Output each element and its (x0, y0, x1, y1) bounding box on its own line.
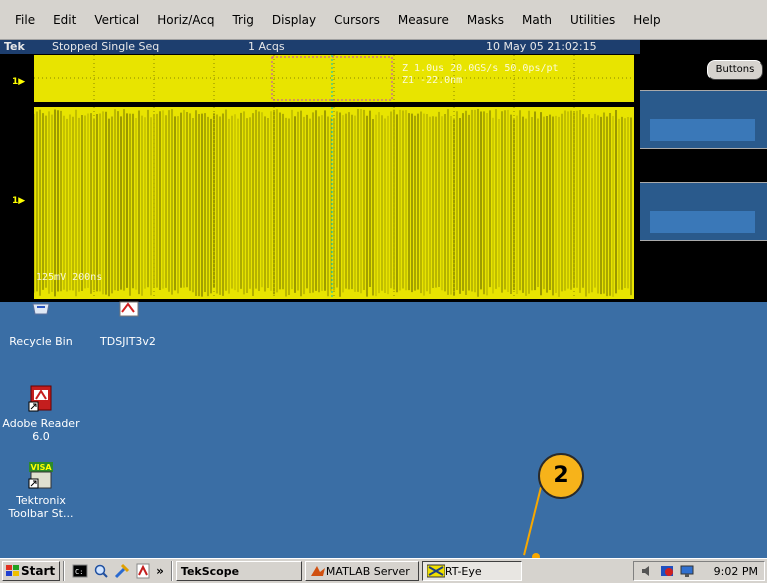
menu-utilities[interactable]: Utilities (561, 0, 624, 40)
menu-help[interactable]: Help (624, 0, 669, 40)
acquisition-state: Stopped Single Seq (52, 40, 160, 53)
tektronix-toolbar-shortcut[interactable]: VISA Tektronix Toolbar St... (0, 459, 82, 520)
taskbar-clock[interactable]: 9:02 PM (714, 565, 758, 578)
desktop-icon-label: Tektronix Toolbar St... (8, 494, 74, 520)
desktop-icon-label: TDSJIT3v2 (100, 335, 156, 348)
menu-measure[interactable]: Measure (389, 0, 458, 40)
command-prompt-icon[interactable]: C: (72, 563, 88, 579)
taskbar-separator (63, 561, 66, 581)
start-label: Start (21, 564, 56, 578)
menu-cursors[interactable]: Cursors (325, 0, 389, 40)
tdsjit-shortcut[interactable]: TDSJIT3v2 (87, 300, 169, 348)
callout-number-badge: 2 (538, 453, 584, 499)
recycle-bin-icon (32, 303, 50, 315)
adobe-document-icon (119, 301, 139, 317)
menu-vertical[interactable]: Vertical (85, 0, 148, 40)
network-alert-icon[interactable] (660, 564, 674, 578)
side-readout-field (650, 211, 755, 233)
menu-horiz-acq[interactable]: Horiz/Acq (148, 0, 223, 40)
taskbar-button-rt-eye[interactable]: RT-Eye (421, 561, 522, 581)
desktop-icon-label: Recycle Bin (9, 335, 73, 348)
buttons-toggle-button[interactable]: Buttons (707, 60, 763, 80)
svg-text:VISA: VISA (30, 463, 52, 472)
zoom-readout-line-2: Z1 -22.0nm (402, 75, 463, 86)
acquisition-count: 1 Acqs (248, 40, 285, 53)
display-settings-icon[interactable] (680, 564, 694, 578)
menu-bar: File Edit Vertical Horiz/Acq Trig Displa… (0, 0, 767, 40)
adobe-reader-shortcut[interactable]: Adobe Reader 6.0 (0, 382, 82, 443)
status-line: Tek Stopped Single Seq 1 Acqs 10 May 05 … (0, 40, 640, 54)
right-control-panel: Buttons (640, 54, 767, 302)
menu-trig[interactable]: Trig (223, 0, 262, 40)
system-tray: 9:02 PM (632, 561, 765, 581)
scale-readout: 125mV 200ns (36, 272, 103, 283)
channel-marker-label: 1 (12, 77, 19, 87)
date-time: 10 May 05 21:02:15 (486, 40, 597, 53)
taskbar-separator (170, 561, 173, 581)
menu-display[interactable]: Display (263, 0, 325, 40)
taskbar-button-tekscope[interactable]: TekScope (175, 561, 302, 581)
channel-marker-label: 1 (12, 196, 19, 206)
side-readout-field (650, 119, 755, 141)
side-readout-box-1[interactable] (640, 90, 767, 149)
tools-icon[interactable] (114, 563, 130, 579)
quick-launch: C: » (68, 563, 168, 579)
menu-edit[interactable]: Edit (44, 0, 85, 40)
start-button[interactable]: Start (2, 561, 61, 581)
channel-1-marker-zoom[interactable]: 1▶ (12, 77, 32, 87)
windows-logo-icon (6, 565, 19, 576)
rt-eye-icon (426, 564, 445, 578)
volume-icon[interactable] (640, 564, 654, 578)
menu-file[interactable]: File (6, 0, 44, 40)
main-waveform (34, 107, 632, 299)
callout-leader-line (523, 487, 542, 556)
zoom-readout: Z 1.0us 20.0GS/s 50.0ps/pt Z1 -22.0nm (402, 63, 559, 87)
channel-1-marker-main[interactable]: 1▶ (12, 196, 32, 206)
recycle-bin-shortcut[interactable]: Recycle Bin (0, 300, 82, 348)
matlab-icon (310, 566, 325, 576)
side-readout-box-2[interactable] (640, 182, 767, 241)
zoom-readout-line-1: Z 1.0us 20.0GS/s 50.0ps/pt (402, 63, 559, 74)
main-waveform-window[interactable] (34, 107, 634, 299)
adobe-reader-icon[interactable] (135, 563, 151, 579)
svg-text:C:: C: (75, 568, 83, 576)
search-icon[interactable] (93, 563, 109, 579)
scope-display: Tek Stopped Single Seq 1 Acqs 10 May 05 … (0, 40, 767, 302)
taskbar-button-label: RT-Eye (444, 564, 482, 578)
taskbar-button-label: TekScope (180, 564, 240, 578)
taskbar-button-matlab-server[interactable]: MATLAB Server (304, 561, 419, 581)
visa-toolbar-icon: VISA (28, 462, 53, 489)
quick-launch-chevron[interactable]: » (156, 564, 164, 578)
menu-masks[interactable]: Masks (458, 0, 513, 40)
desktop-icon-label: Adobe Reader 6.0 (2, 417, 80, 443)
menu-math[interactable]: Math (513, 0, 561, 40)
taskbar-button-label: MATLAB Server (325, 564, 410, 578)
brand-label: Tek (4, 40, 25, 53)
taskbar: Start C: » TekScope MATLAB Server RT-Eye… (0, 558, 767, 583)
adobe-reader-icon (28, 385, 52, 412)
